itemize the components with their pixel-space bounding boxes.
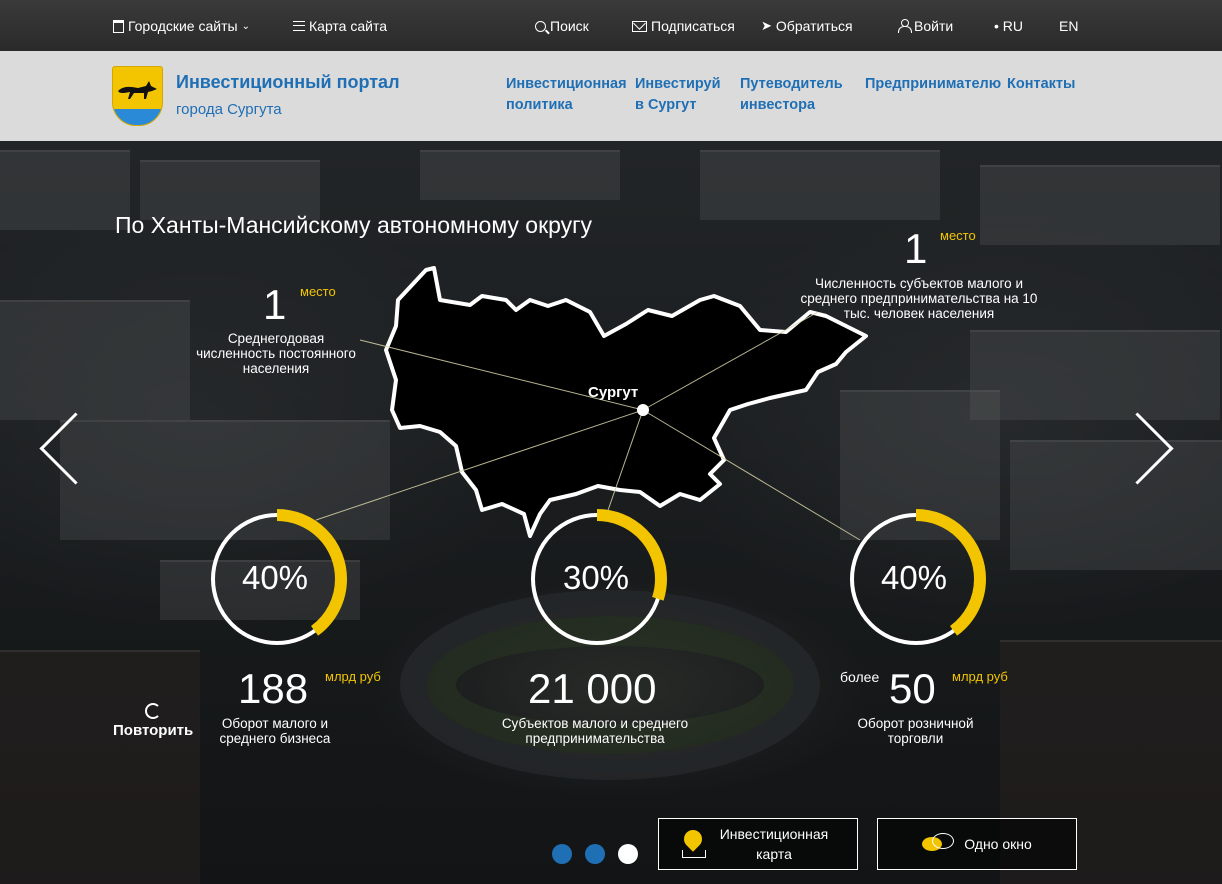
search-link[interactable]: Поиск	[535, 16, 589, 36]
contact-us-link[interactable]: ➤ Обратиться	[761, 16, 853, 36]
slider-next-arrow[interactable]	[1126, 406, 1174, 490]
lang-ru-label: • RU	[994, 18, 1024, 34]
lang-en[interactable]: EN	[1059, 16, 1078, 36]
slider-dot-2[interactable]	[585, 844, 605, 864]
rank-left-description: Среднегодовая численность постоянного на…	[196, 331, 356, 376]
stat-3-unit: млрд руб	[952, 669, 1008, 684]
stat-3-description: Оборот розничной торговли	[857, 716, 974, 746]
percent-ring-3-label: 40%	[880, 559, 948, 596]
stat-2-value: 21 000	[528, 665, 657, 712]
stat-1-unit: млрд руб	[325, 669, 381, 684]
subscribe-link[interactable]: Подписаться	[632, 16, 735, 36]
rank-left-unit: место	[300, 284, 336, 299]
lang-ru[interactable]: • RU	[994, 16, 1023, 36]
site-header: Инвестиционный портал города Сургута Инв…	[0, 51, 1222, 141]
user-icon	[898, 19, 912, 33]
rank-right-value: 1	[904, 225, 928, 272]
stat-2-description: Субъектов малого и среднего предпринимат…	[501, 716, 689, 746]
rank-right-description: Численность субъектов малого и среднего …	[800, 276, 1038, 321]
nav-investor-guide[interactable]: Путеводитель инвестора	[740, 74, 852, 116]
city-coat-of-arms-logo[interactable]	[112, 66, 163, 126]
map-pin-icon	[682, 830, 706, 858]
city-sites-label: Городские сайты	[128, 18, 238, 34]
stat-3-prefix: более	[840, 669, 880, 685]
fox-icon	[118, 81, 157, 99]
rank-right-unit: место	[940, 228, 976, 243]
paper-plane-icon: ➤	[761, 18, 772, 33]
percent-ring-2-label: 30%	[562, 559, 630, 596]
nav-contacts[interactable]: Контакты	[1007, 74, 1075, 95]
lang-en-label: EN	[1059, 18, 1079, 34]
contact-us-label: Обратиться	[775, 18, 853, 34]
slider-dot-1[interactable]	[552, 844, 572, 864]
portal-title[interactable]: Инвестиционный портал	[176, 72, 400, 93]
city-sites-menu[interactable]: Городские сайты ⌄	[113, 16, 250, 36]
refresh-icon	[145, 703, 161, 719]
login-label: Войти	[914, 18, 954, 34]
login-link[interactable]: Войти	[898, 16, 953, 36]
nav-investment-policy[interactable]: Инвестиционная политика	[506, 74, 628, 116]
one-window-button[interactable]: Одно окно	[877, 818, 1077, 870]
sitemap-label: Карта сайта	[309, 18, 387, 34]
slider-dot-3[interactable]	[618, 844, 638, 864]
replay-button[interactable]: Повторить	[113, 703, 193, 739]
stat-3-value: 50	[889, 665, 936, 712]
nav-invest-in-surgut[interactable]: Инвестируй в Сургут	[635, 74, 733, 116]
mail-icon	[632, 20, 647, 32]
investment-map-button[interactable]: Инвестиционная карта	[658, 818, 858, 870]
sitemap-link[interactable]: Карта сайта	[293, 16, 387, 36]
city-icon	[113, 19, 124, 33]
map-city-label: Сургут	[588, 384, 639, 401]
search-icon	[535, 20, 546, 32]
investment-map-label: Инвестиционная карта	[719, 826, 829, 862]
hero-title: По Ханты-Мансийскому автономному округу	[115, 212, 593, 238]
percent-ring-1-label: 40%	[241, 559, 309, 596]
stat-1-description: Оборот малого и среднего бизнеса	[219, 716, 331, 746]
rank-left-value: 1	[263, 281, 287, 328]
replay-label: Повторить	[113, 722, 194, 739]
nav-entrepreneur[interactable]: Предпринимателю	[865, 74, 1001, 95]
one-window-label: Одно окно	[964, 836, 1032, 852]
chat-bubbles-icon	[922, 833, 955, 855]
stat-1-value: 188	[238, 665, 309, 712]
chevron-down-icon: ⌄	[241, 20, 250, 32]
subscribe-label: Подписаться	[651, 18, 735, 34]
portal-subtitle: города Сургута	[176, 101, 282, 118]
search-label: Поиск	[550, 18, 589, 34]
menu-lines-icon	[293, 21, 305, 31]
top-utility-bar: Городские сайты ⌄ Карта сайта Поиск Подп…	[0, 0, 1222, 51]
slider-prev-arrow[interactable]	[36, 406, 84, 490]
